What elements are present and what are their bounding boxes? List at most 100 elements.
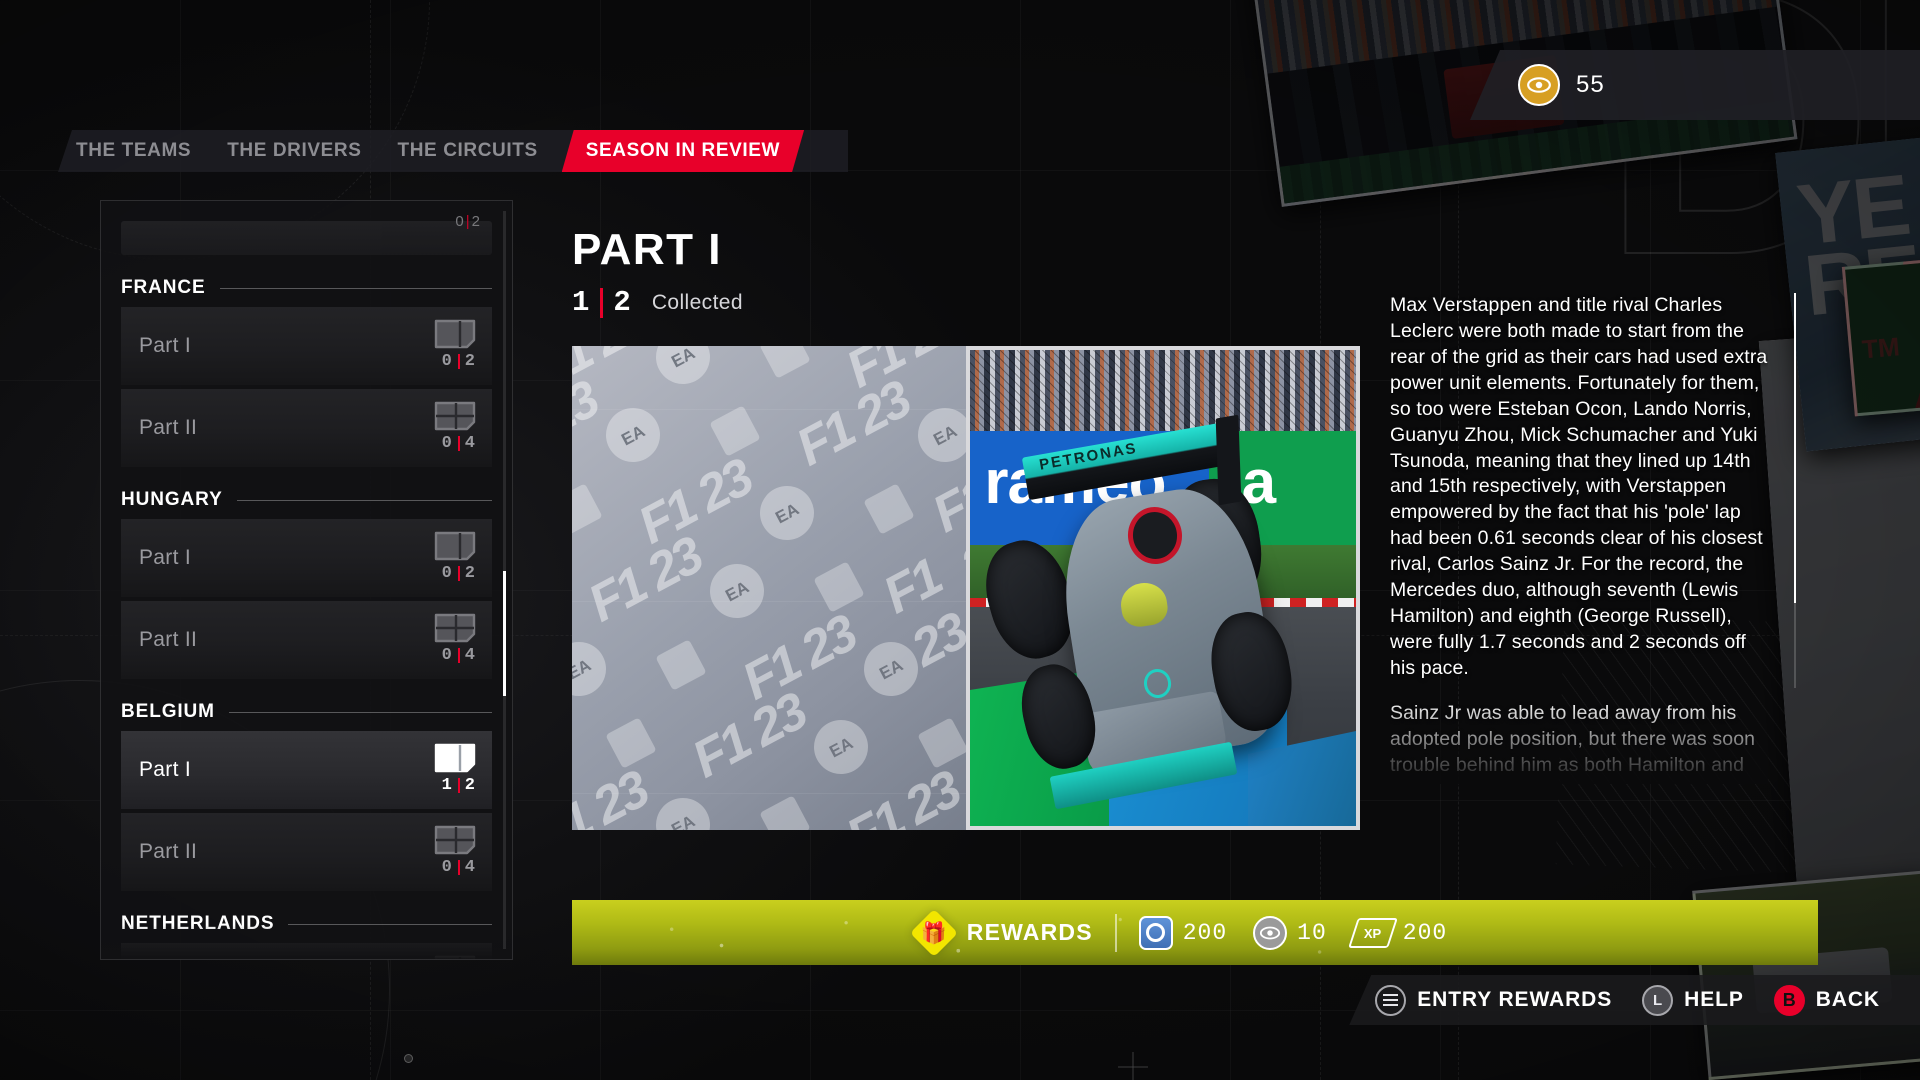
group-divider bbox=[228, 711, 492, 713]
count-total: 4 bbox=[464, 858, 476, 877]
count-collected: 0 bbox=[441, 352, 453, 371]
action-button-bar: ENTRY REWARDS L HELP B BACK bbox=[1349, 975, 1920, 1025]
b-button-icon: B bbox=[1773, 984, 1805, 1016]
group-name: BELGIUM bbox=[121, 701, 215, 722]
collectible-chip: 04 bbox=[434, 613, 476, 665]
xp-icon: XP bbox=[1347, 917, 1398, 948]
list-item-france-part-ii[interactable]: Part II 0 4 bbox=[121, 389, 492, 467]
collectible-chip: 02 bbox=[434, 319, 476, 371]
car-wing-endplate bbox=[1215, 414, 1242, 505]
group-divider bbox=[236, 499, 492, 501]
count-collected: 0 bbox=[441, 564, 453, 583]
collectibles-list[interactable]: 0|2 FRANCE Part I 0 2 Part II 0 4 HUNGARY Part I0… bbox=[101, 201, 512, 959]
entry-rewards-button[interactable]: ENTRY REWARDS bbox=[1375, 984, 1613, 1016]
article-scrollbar-thumb[interactable] bbox=[1794, 293, 1796, 603]
eye-icon bbox=[1253, 915, 1288, 950]
collected-current: 1 bbox=[572, 286, 591, 319]
collectible-chip: 12 bbox=[434, 743, 476, 795]
article-text[interactable]: Max Verstappen and title rival Charles L… bbox=[1390, 293, 1768, 783]
page-title: PART I bbox=[572, 225, 722, 274]
collectible-count: 12 bbox=[442, 776, 476, 795]
reward-resource-points: 200 bbox=[1138, 915, 1228, 950]
collectible-card-locked[interactable]: F1 23EAF1 23EAF1 23EAF1 23EAF1 23EAF1 23… bbox=[572, 346, 966, 830]
reward-eye-points: 10 bbox=[1253, 915, 1327, 950]
collectible-cards: F1 23EAF1 23EAF1 23EAF1 23EAF1 23EAF1 23… bbox=[572, 346, 1360, 830]
group-name: HUNGARY bbox=[121, 489, 223, 510]
plus-marker-icon bbox=[1118, 1052, 1148, 1080]
card-4-icon bbox=[434, 401, 476, 431]
collected-total: 2 bbox=[613, 286, 632, 319]
list-item-hungary-part-ii[interactable]: Part II 0 4 bbox=[121, 601, 492, 679]
collectible-count: 02 bbox=[442, 352, 476, 371]
count-collected: 0 bbox=[441, 858, 453, 877]
collected-label: Collected bbox=[651, 290, 743, 314]
collectible-chip: 02 bbox=[434, 955, 476, 959]
gift-icon: 🎁 bbox=[909, 908, 958, 957]
group-divider bbox=[219, 287, 492, 289]
tab-the-circuits[interactable]: THE CIRCUITS bbox=[380, 130, 556, 172]
button-label: ENTRY REWARDS bbox=[1417, 988, 1613, 1011]
collectible-count: 04 bbox=[442, 646, 476, 665]
group-header-netherlands: NETHERLANDS bbox=[121, 913, 492, 935]
card-2-icon bbox=[434, 955, 476, 959]
list-item-label: Part I bbox=[139, 546, 191, 569]
hamburger-icon bbox=[1375, 984, 1407, 1016]
tab-label: THE DRIVERS bbox=[227, 140, 362, 161]
l-button-icon: L bbox=[1642, 984, 1674, 1016]
count-collected: 0 bbox=[441, 646, 453, 665]
currency-display: 55 bbox=[1470, 50, 1920, 120]
list-item-label: Part I bbox=[139, 758, 191, 781]
article-paragraph: Sainz Jr was able to lead away from his … bbox=[1390, 701, 1756, 783]
tab-label: SEASON IN REVIEW bbox=[585, 140, 781, 161]
sidebar-scrollbar-thumb[interactable] bbox=[503, 571, 506, 696]
collectible-count: 02 bbox=[442, 564, 476, 583]
card-2-icon bbox=[434, 531, 476, 561]
tab-label: THE CIRCUITS bbox=[397, 140, 538, 161]
collectible-card-photo[interactable]: rameo a PETRONAS bbox=[966, 346, 1360, 830]
background-dot bbox=[404, 1054, 413, 1063]
article-paragraph: Max Verstappen and title rival Charles L… bbox=[1390, 294, 1768, 679]
card-4-icon bbox=[434, 825, 476, 855]
list-item-france-part-i[interactable]: Part I 02 bbox=[121, 307, 492, 385]
card-2-icon bbox=[434, 319, 476, 349]
card-4-icon bbox=[434, 613, 476, 643]
reward-value: 200 bbox=[1182, 919, 1228, 946]
group-name: NETHERLANDS bbox=[121, 913, 275, 934]
eye-icon bbox=[1518, 64, 1560, 106]
reward-value: 10 bbox=[1297, 919, 1327, 946]
group-header-hungary: HUNGARY bbox=[121, 489, 492, 511]
currency-value: 55 bbox=[1576, 71, 1605, 98]
back-button[interactable]: B BACK bbox=[1773, 984, 1880, 1016]
tab-season-in-review[interactable]: SEASON IN REVIEW bbox=[562, 130, 804, 172]
tab-the-teams[interactable]: THE TEAMS bbox=[58, 130, 209, 172]
main-navigation: THE TEAMS THE DRIVERS THE CIRCUITS SEASO… bbox=[58, 130, 848, 172]
rewards-divider bbox=[1114, 913, 1117, 952]
count-collected: 1 bbox=[441, 776, 453, 795]
resource-icon bbox=[1138, 915, 1173, 950]
collectible-chip: 04 bbox=[434, 825, 476, 877]
list-item-netherlands-part-i[interactable]: Part I02 bbox=[121, 943, 492, 959]
rewards-bar: 🎁 REWARDS 200 10 XP 200 bbox=[572, 900, 1818, 965]
list-item-hungary-part-i[interactable]: Part I 02 bbox=[121, 519, 492, 597]
button-label: HELP bbox=[1684, 988, 1744, 1011]
collectible-count: 0|2 bbox=[455, 213, 482, 230]
list-item-label: Part I bbox=[139, 334, 191, 357]
tab-label: THE TEAMS bbox=[76, 140, 192, 161]
reward-xp: XP 200 bbox=[1347, 917, 1447, 948]
count-total: 2 bbox=[464, 564, 476, 583]
group-name: FRANCE bbox=[121, 277, 206, 298]
tab-the-drivers[interactable]: THE DRIVERS bbox=[209, 130, 379, 172]
count-total: 2 bbox=[464, 352, 476, 371]
collectible-chip: 02 bbox=[434, 531, 476, 583]
list-item-belgium-part-i[interactable]: Part I 12 bbox=[121, 731, 492, 809]
collected-separator bbox=[600, 287, 604, 318]
count-collected: 0 bbox=[441, 434, 453, 453]
list-item-belgium-part-ii[interactable]: Part II 0 4 bbox=[121, 813, 492, 891]
detail-panel: PART I 1 2 Collected F1 23EAF1 23EAF1 23… bbox=[572, 225, 1812, 830]
help-button[interactable]: L HELP bbox=[1642, 984, 1744, 1016]
list-item-partial[interactable]: 0|2 bbox=[121, 213, 492, 255]
collectible-count: 04 bbox=[442, 858, 476, 877]
collectibles-sidebar[interactable]: 0|2 FRANCE Part I 0 2 Part II 0 4 HUNGARY Part I0… bbox=[100, 200, 513, 960]
button-label: BACK bbox=[1815, 988, 1880, 1011]
rewards-label: REWARDS bbox=[966, 919, 1093, 945]
